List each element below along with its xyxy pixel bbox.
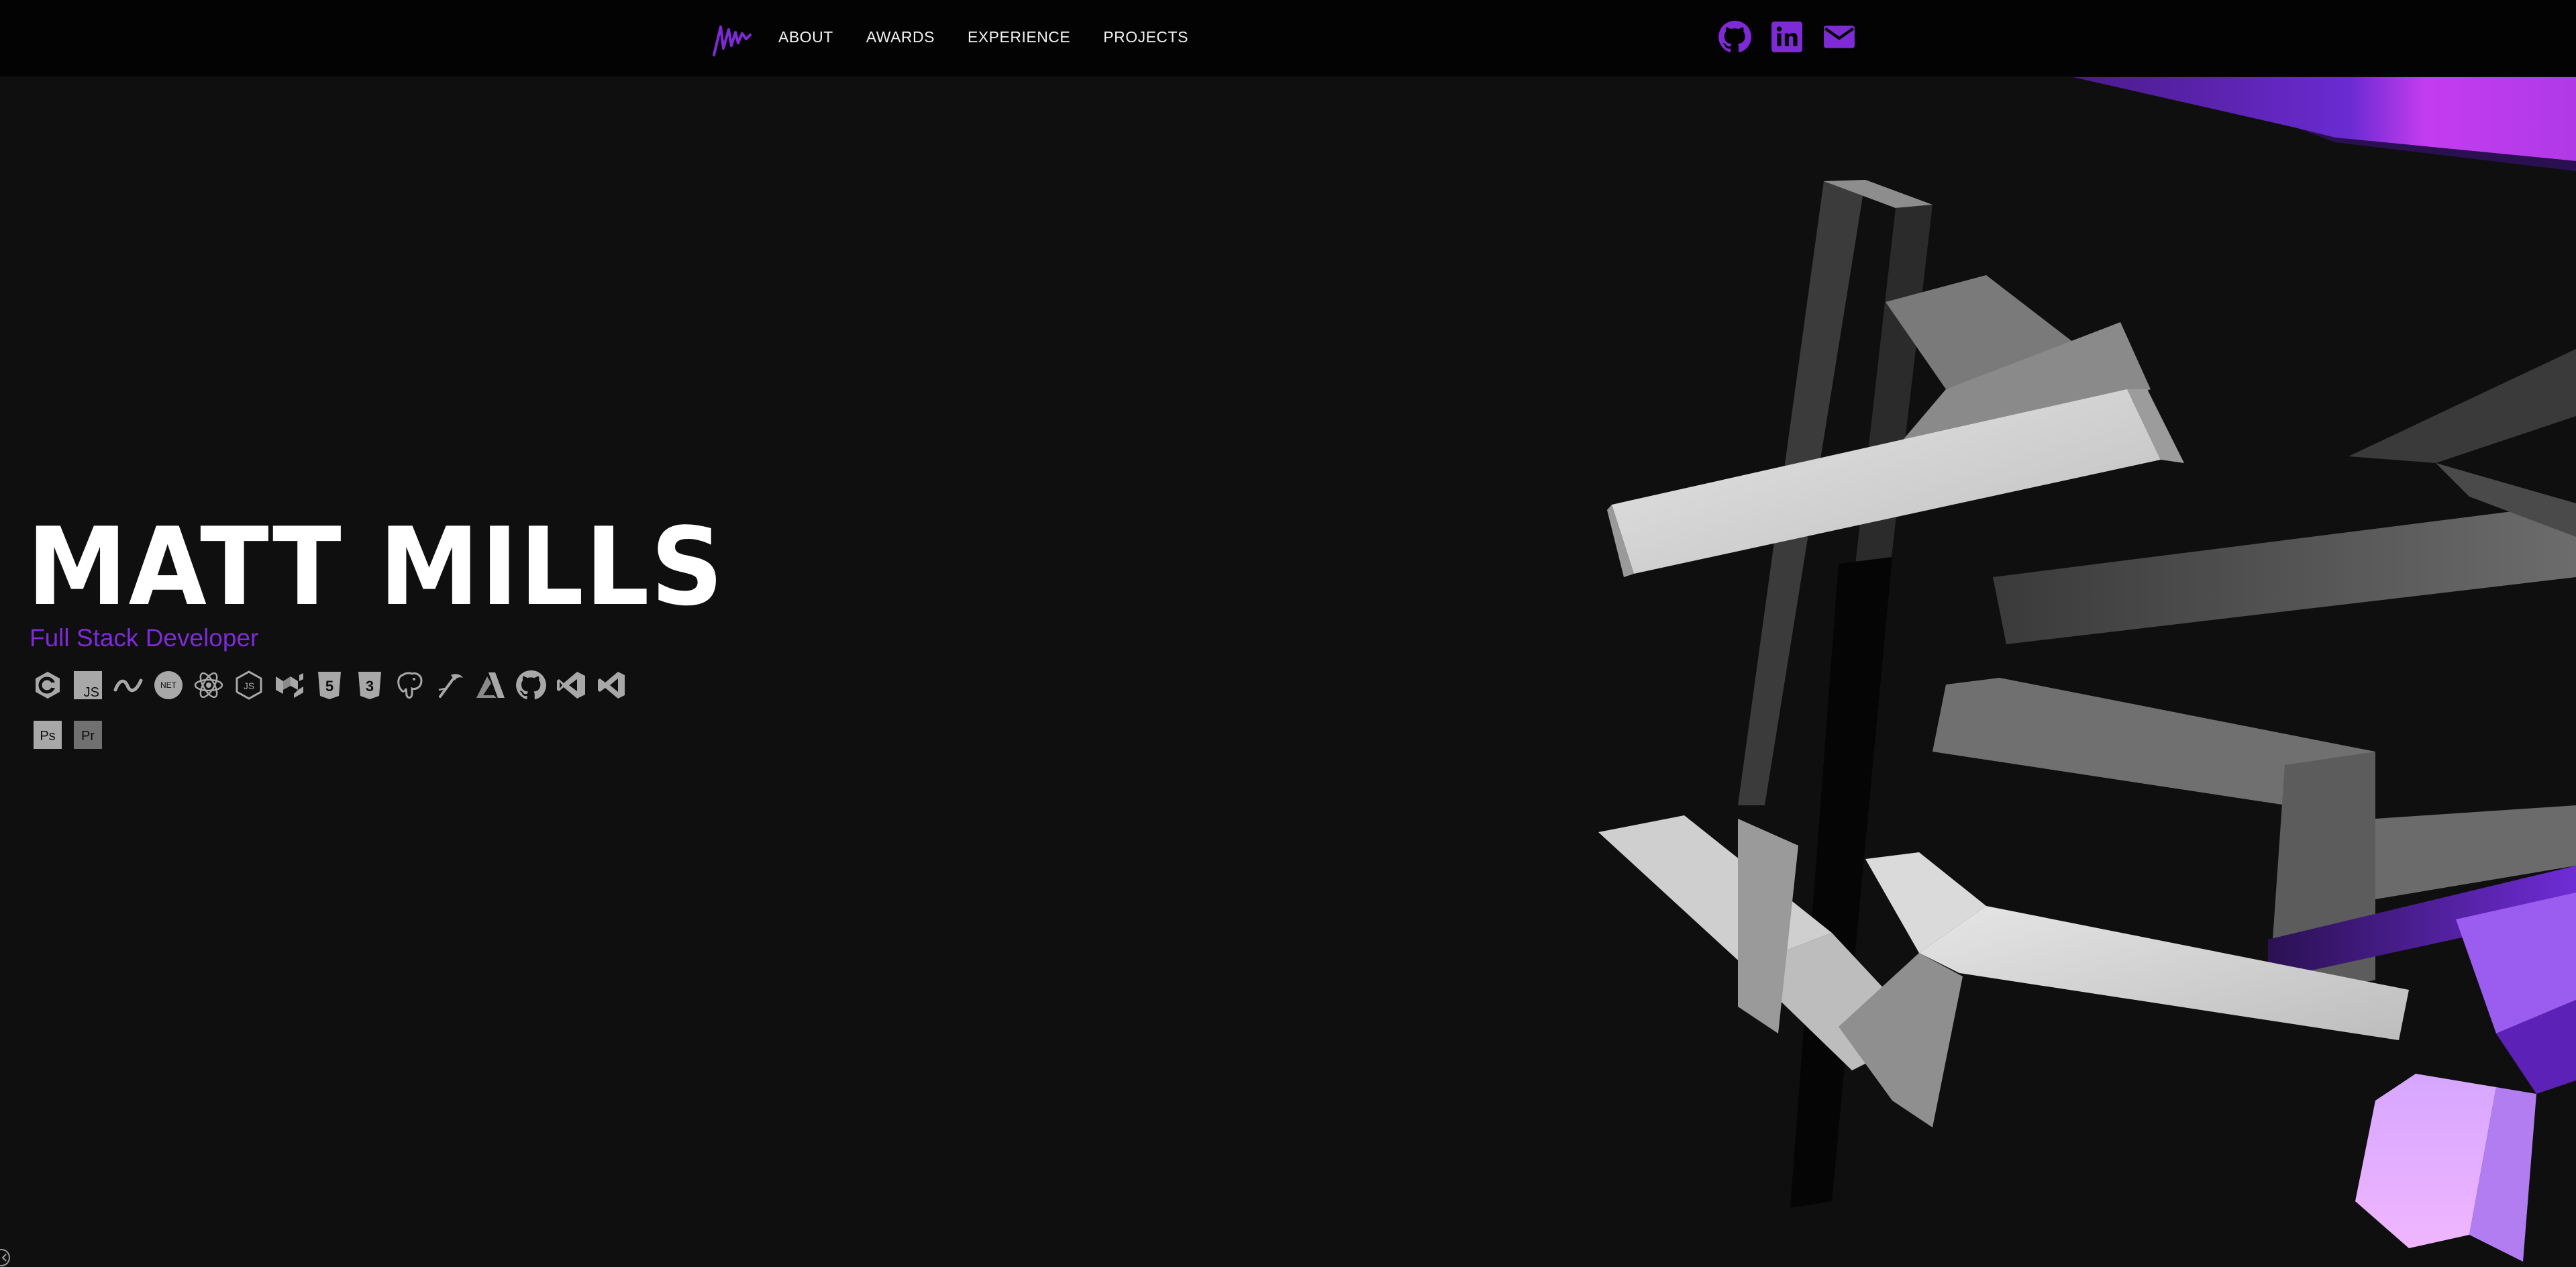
html5-icon: 5: [314, 670, 345, 701]
main-nav: ABOUT AWARDS EXPERIENCE PROJECTS: [778, 0, 1221, 74]
linkedin-icon[interactable]: [1770, 20, 1804, 54]
csharp-icon-label: C: [46, 687, 48, 690]
github-icon: [515, 670, 546, 701]
react-icon: [193, 670, 224, 701]
javascript-icon: JS: [72, 670, 103, 701]
nav-link-about[interactable]: ABOUT: [778, 29, 833, 45]
csharp-icon: C: [32, 670, 63, 701]
css3-icon-label: 3: [366, 678, 374, 695]
visual-studio-icon: [556, 670, 586, 701]
nodejs-icon-label: JS: [244, 680, 254, 691]
premiere-icon-label: Pr: [81, 729, 95, 744]
dotnet-icon: NET: [153, 670, 184, 701]
skill-icons: C JS NET JS 5 3 Ps Pr: [32, 670, 676, 750]
javascript-icon-label: JS: [84, 685, 99, 700]
nodejs-icon: JS: [234, 670, 264, 701]
html5-icon-label: 5: [325, 678, 333, 695]
top-navigation-bar: ABOUT AWARDS EXPERIENCE PROJECTS: [0, 0, 2576, 77]
mm-signature-logo-icon[interactable]: [711, 19, 752, 58]
left-arrow-icon[interactable]: [0, 1248, 13, 1267]
nav-link-projects[interactable]: PROJECTS: [1103, 29, 1188, 45]
photoshop-icon: Ps: [32, 719, 63, 750]
wand-icon: [435, 670, 466, 701]
css3-icon: 3: [354, 670, 385, 701]
nav-link-experience[interactable]: EXPERIENCE: [968, 29, 1070, 45]
mail-icon[interactable]: [1822, 20, 1856, 54]
social-links: [1718, 20, 1856, 54]
premiere-icon: Pr: [72, 719, 103, 750]
photoshop-icon-label: Ps: [40, 729, 55, 744]
hero-subtitle: Full Stack Developer: [30, 624, 259, 652]
dotnet-icon-label: NET: [160, 680, 177, 690]
material-ui-icon: [274, 670, 305, 701]
vscode-icon: [596, 670, 627, 701]
github-icon[interactable]: [1718, 20, 1751, 54]
hero-name: MATT MILLS: [27, 504, 725, 629]
hero-section: MATT MILLS Full Stack Developer C JS NET…: [27, 504, 769, 749]
nuxt-swirl-icon: [113, 670, 144, 701]
abstract-3d-letters-scene: [1598, 180, 2576, 1262]
nav-link-awards[interactable]: AWARDS: [866, 29, 935, 45]
postgresql-icon: [395, 670, 425, 701]
azure-icon: [475, 670, 506, 701]
